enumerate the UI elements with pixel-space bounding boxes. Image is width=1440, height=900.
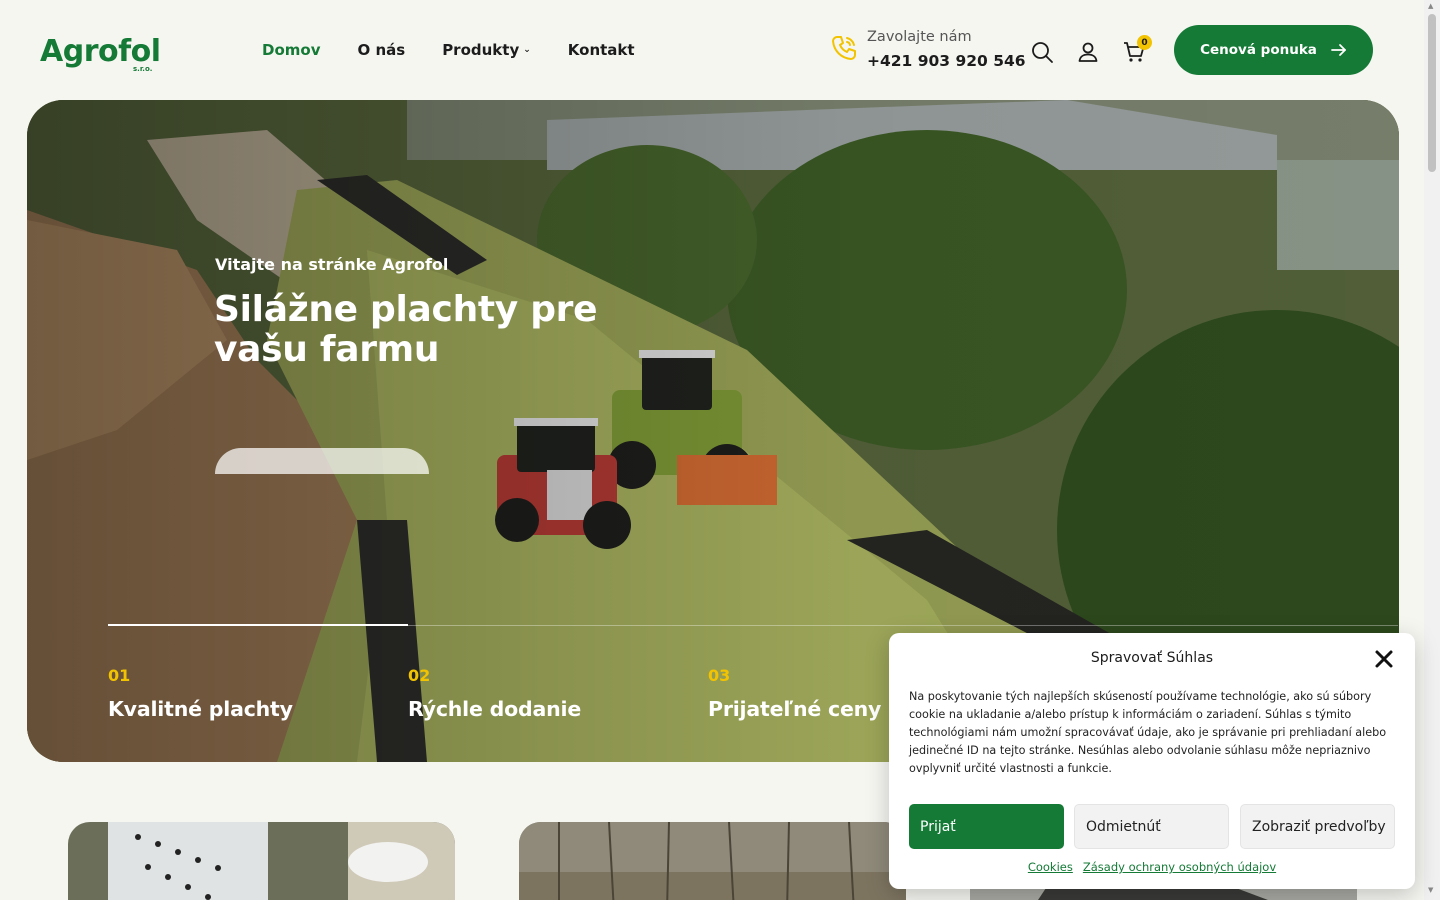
feature-number: 03 — [708, 666, 731, 685]
nav-item-domov[interactable]: Domov — [262, 40, 320, 60]
scroll-down-icon[interactable]: ▼ — [1428, 886, 1433, 894]
nav-item-o-nas[interactable]: O nás — [357, 40, 405, 60]
consent-links: Cookies Zásady ochrany osobných údajov — [889, 860, 1415, 874]
feature-title: Rýchle dodanie — [408, 697, 582, 721]
phone-number[interactable]: +421 903 920 546 — [867, 51, 1026, 71]
feature-title: Prijateľné ceny — [708, 697, 882, 721]
view-preferences-button[interactable]: Zobraziť predvoľby — [1240, 804, 1395, 849]
logo-subtext: s.r.o. — [133, 65, 153, 73]
feature-title: Kvalitné plachty — [108, 697, 293, 721]
site-logo[interactable]: Agrofol s.r.o. — [40, 34, 161, 74]
feature-number: 02 — [408, 666, 431, 685]
cookie-consent-dialog: Spravovať Súhlas Na poskytovanie tých na… — [889, 633, 1415, 889]
phone-label: Zavolajte nám — [867, 29, 972, 45]
feature-number: 01 — [108, 666, 131, 685]
scroll-up-icon[interactable]: ▲ — [1428, 2, 1433, 10]
consent-title: Spravovať Súhlas — [1090, 650, 1214, 666]
phone-contact[interactable]: Zavolajte nám +421 903 920 546 — [867, 28, 1026, 71]
product-card-image[interactable] — [68, 822, 455, 900]
nav-item-produkty[interactable]: Produkty ⌄ — [442, 40, 531, 60]
main-nav: Domov O nás Produkty ⌄ Kontakt — [262, 40, 635, 60]
search-icon[interactable] — [1030, 40, 1054, 64]
cookies-link[interactable]: Cookies — [1028, 860, 1073, 874]
arrow-right-icon — [1331, 44, 1346, 56]
feature-item[interactable]: 02 Rýchle dodanie — [408, 666, 581, 722]
phone-icon[interactable] — [828, 32, 860, 64]
consent-text: Na poskytovanie tých najlepších skúsenos… — [909, 690, 1387, 775]
product-card-image[interactable] — [519, 822, 906, 900]
logo-text: Agrofol — [40, 34, 161, 69]
chevron-down-icon: ⌄ — [523, 45, 531, 55]
close-icon[interactable] — [1373, 648, 1395, 670]
user-icon[interactable] — [1076, 40, 1100, 64]
deny-button[interactable]: Odmietnúť — [1074, 804, 1229, 849]
nav-item-kontakt[interactable]: Kontakt — [568, 40, 635, 60]
hero-kicker: Vitajte na stránke Agrofol — [215, 255, 449, 274]
privacy-policy-link[interactable]: Zásady ochrany osobných údajov — [1083, 860, 1276, 874]
feature-item[interactable]: 03 Prijateľné ceny — [708, 666, 881, 722]
page-scrollbar[interactable]: ▲ ▼ — [1424, 0, 1440, 900]
slider-progress-active — [108, 624, 408, 626]
feature-item[interactable]: 01 Kvalitné plachty — [108, 666, 293, 722]
accept-button[interactable]: Prijať — [909, 804, 1064, 849]
site-header: Agrofol s.r.o. Domov O nás Produkty ⌄ Kon… — [0, 0, 1424, 100]
scrollbar-thumb[interactable] — [1428, 14, 1436, 172]
product-photo — [68, 822, 455, 900]
hero-button[interactable] — [215, 448, 429, 474]
price-quote-label: Cenová ponuka — [1200, 42, 1317, 58]
price-quote-button[interactable]: Cenová ponuka — [1174, 25, 1373, 75]
cart-count-badge: 0 — [1137, 35, 1152, 50]
product-photo — [519, 822, 906, 900]
hero-title: Silážne plachty pre vašu farmu — [214, 289, 598, 370]
